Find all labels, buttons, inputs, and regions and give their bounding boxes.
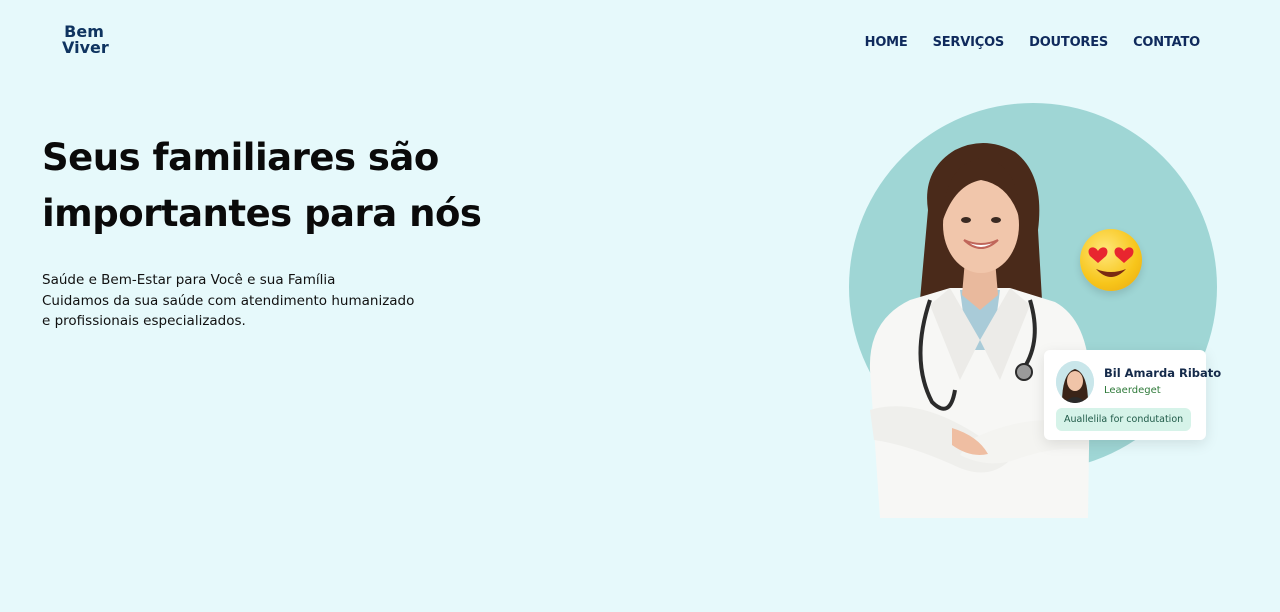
nav-servicos[interactable]: SERVIÇOS xyxy=(933,35,1005,50)
hero-title-line2: importantes para nós xyxy=(42,192,482,235)
brand-logo[interactable]: Bem Viver xyxy=(62,24,109,57)
doctor-role: Leaerdeget xyxy=(1104,385,1161,396)
hero-text-line1: Saúde e Bem-Estar para Você e sua Famíli… xyxy=(42,272,336,288)
main-nav: HOME SERVIÇOS DOUTORES CONTATO xyxy=(865,35,1201,50)
nav-contato[interactable]: CONTATO xyxy=(1133,35,1200,50)
hero-text-line3: e profissionais especializados. xyxy=(42,313,246,329)
hero-title: Seus familiares são importantes para nós xyxy=(42,130,522,242)
doctor-image xyxy=(869,142,1090,518)
nav-home[interactable]: HOME xyxy=(865,35,908,50)
hero-title-line1: Seus familiares são xyxy=(42,136,439,179)
nav-doutores[interactable]: DOUTORES xyxy=(1029,35,1108,50)
doctor-avatar xyxy=(1056,361,1094,403)
doctor-profile-card[interactable]: Bil Amarda Ribato Leaerdeget Auallelila … xyxy=(1044,350,1221,440)
heart-eyes-emoji-icon xyxy=(1080,229,1142,291)
hero-description: Saúde e Bem-Estar para Você e sua Famíli… xyxy=(42,270,462,332)
availability-badge[interactable]: Auallelila for condutation xyxy=(1056,408,1192,431)
doctor-name: Bil Amarda Ribato xyxy=(1104,366,1222,380)
brand-logo-line2: Viver xyxy=(62,38,109,57)
hero-text-line2: Cuidamos da sua saúde com atendimento hu… xyxy=(42,292,415,309)
